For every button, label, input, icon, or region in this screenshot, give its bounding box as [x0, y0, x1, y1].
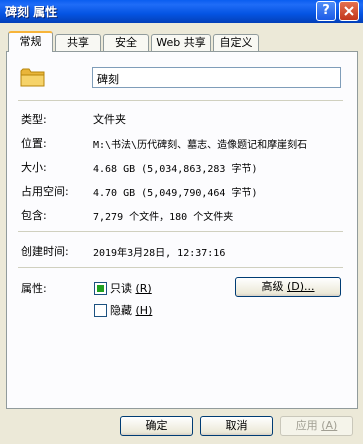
tab-web-sharing[interactable]: Web 共享 [151, 34, 211, 51]
apply-key: (A) [321, 419, 338, 432]
hidden-text: 隐藏 [110, 304, 132, 317]
tab-general[interactable]: 常规 [8, 31, 53, 52]
type-value: 文件夹 [93, 113, 126, 126]
tab-customize-label: 自定义 [219, 36, 253, 49]
general-panel [6, 51, 358, 409]
separator [18, 267, 343, 268]
location-value: M:\书法\历代碑刻、墓志、造像题记和摩崖刻石 [93, 140, 308, 151]
cancel-label: 取消 [225, 419, 248, 432]
disk-size-value: 4.70 GB (5,049,790,464 字节) [93, 188, 258, 199]
tab-sharing[interactable]: 共享 [55, 34, 101, 51]
tab-web-sharing-label: Web 共享 [156, 36, 206, 49]
contains-value: 7,279 个文件，180 个文件夹 [93, 212, 234, 223]
cancel-button[interactable]: 取消 [200, 416, 273, 436]
size-value: 4.68 GB (5,034,863,283 字节) [93, 164, 258, 175]
folder-name-input[interactable]: 碑刻 [92, 67, 341, 88]
close-icon [344, 6, 354, 16]
readonly-label: 只读 (R) [110, 282, 152, 295]
readonly-option[interactable]: 只读 (R) [94, 280, 152, 295]
window-title: 碑刻 属性 [5, 5, 58, 19]
ok-label: 确定 [145, 419, 168, 432]
help-icon: ? [322, 3, 330, 18]
advanced-key: (D)... [286, 280, 315, 293]
title-bar[interactable]: 碑刻 属性 ? [0, 0, 363, 23]
tab-general-label: 常规 [19, 35, 42, 48]
created-value: 2019年3月28日, 12:37:16 [93, 248, 226, 259]
hidden-key: (H) [135, 304, 153, 317]
hidden-label: 隐藏 (H) [110, 304, 152, 317]
attributes-label: 属性: [21, 282, 47, 295]
tab-security-label: 安全 [115, 36, 137, 49]
hidden-checkbox[interactable] [94, 303, 107, 317]
created-label: 创建时间: [21, 245, 69, 258]
contains-label: 包含: [21, 209, 47, 222]
advanced-text: 高级 [261, 280, 284, 293]
type-label: 类型: [21, 113, 47, 126]
properties-dialog: 碑刻 属性 ? 常规 共享 安全 Web 共享 自定义 碑刻 类型: 文件夹 位… [0, 0, 363, 444]
close-button[interactable] [339, 1, 359, 21]
readonly-checkbox[interactable] [94, 281, 107, 295]
readonly-text: 只读 [110, 282, 132, 295]
disk-size-label: 占用空间: [21, 185, 69, 198]
tab-customize[interactable]: 自定义 [213, 34, 259, 51]
folder-icon [20, 68, 45, 87]
location-label: 位置: [21, 137, 47, 150]
tab-security[interactable]: 安全 [103, 34, 149, 51]
separator [18, 100, 343, 101]
separator [18, 231, 343, 232]
apply-text: 应用 [295, 419, 318, 432]
apply-button[interactable]: 应用 (A) [280, 416, 353, 436]
readonly-key: (R) [135, 282, 152, 295]
size-label: 大小: [21, 161, 47, 174]
ok-button[interactable]: 确定 [120, 416, 193, 436]
tab-sharing-label: 共享 [67, 36, 89, 49]
hidden-option[interactable]: 隐藏 (H) [94, 302, 152, 317]
help-button[interactable]: ? [316, 1, 336, 21]
advanced-button[interactable]: 高级 (D)... [235, 277, 341, 297]
